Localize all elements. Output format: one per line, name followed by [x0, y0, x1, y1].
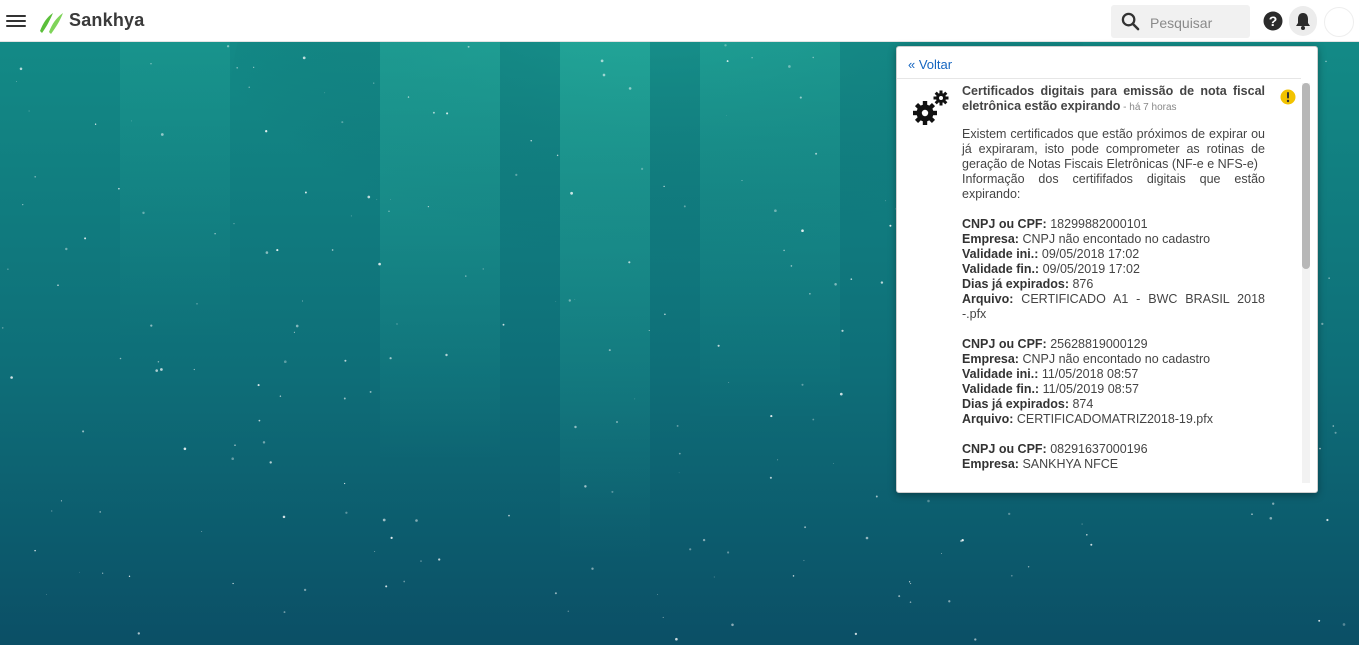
notification-text: Existem certificados que estão próximos … [962, 127, 1265, 202]
search-input[interactable] [1148, 12, 1248, 34]
notification-time: - há 7 horas [1120, 102, 1177, 113]
top-bar: Sankhya ? [0, 0, 1359, 42]
search-icon[interactable] [1121, 12, 1140, 31]
notification-content: Certificados digitais para emissão de no… [962, 84, 1265, 472]
help-icon[interactable]: ? [1263, 11, 1283, 31]
notifications-button[interactable] [1289, 6, 1317, 36]
bell-icon [1296, 13, 1310, 30]
scrollbar[interactable] [1302, 83, 1310, 483]
sankhya-logo-icon[interactable] [37, 9, 67, 35]
certificate-entry: CNPJ ou CPF: 25628819000129 Empresa: CNP… [962, 337, 1213, 426]
svg-text:?: ? [1269, 13, 1278, 29]
certificate-entry: CNPJ ou CPF: 08291637000196 Empresa: SAN… [962, 442, 1148, 471]
notification-panel: « Voltar Certificados digitais para emis… [896, 46, 1318, 493]
search-box[interactable] [1111, 5, 1250, 38]
scrollbar-thumb[interactable] [1302, 83, 1310, 269]
avatar[interactable] [1324, 7, 1354, 37]
back-link[interactable]: « Voltar [908, 57, 952, 72]
notification-item[interactable]: Certificados digitais para emissão de no… [897, 78, 1301, 484]
certificate-entry: CNPJ ou CPF: 18299882000101 Empresa: CNP… [962, 217, 1265, 321]
notification-title: Certificados digitais para emissão de no… [962, 84, 1265, 113]
menu-icon[interactable] [6, 12, 26, 30]
brand-name[interactable]: Sankhya [69, 10, 144, 31]
gears-icon [913, 90, 949, 125]
intro-line: Existem certificados que estão próximos … [962, 127, 1265, 171]
warning-icon [1280, 89, 1296, 105]
intro-line: Informação dos certififados digitais que… [962, 172, 1265, 201]
